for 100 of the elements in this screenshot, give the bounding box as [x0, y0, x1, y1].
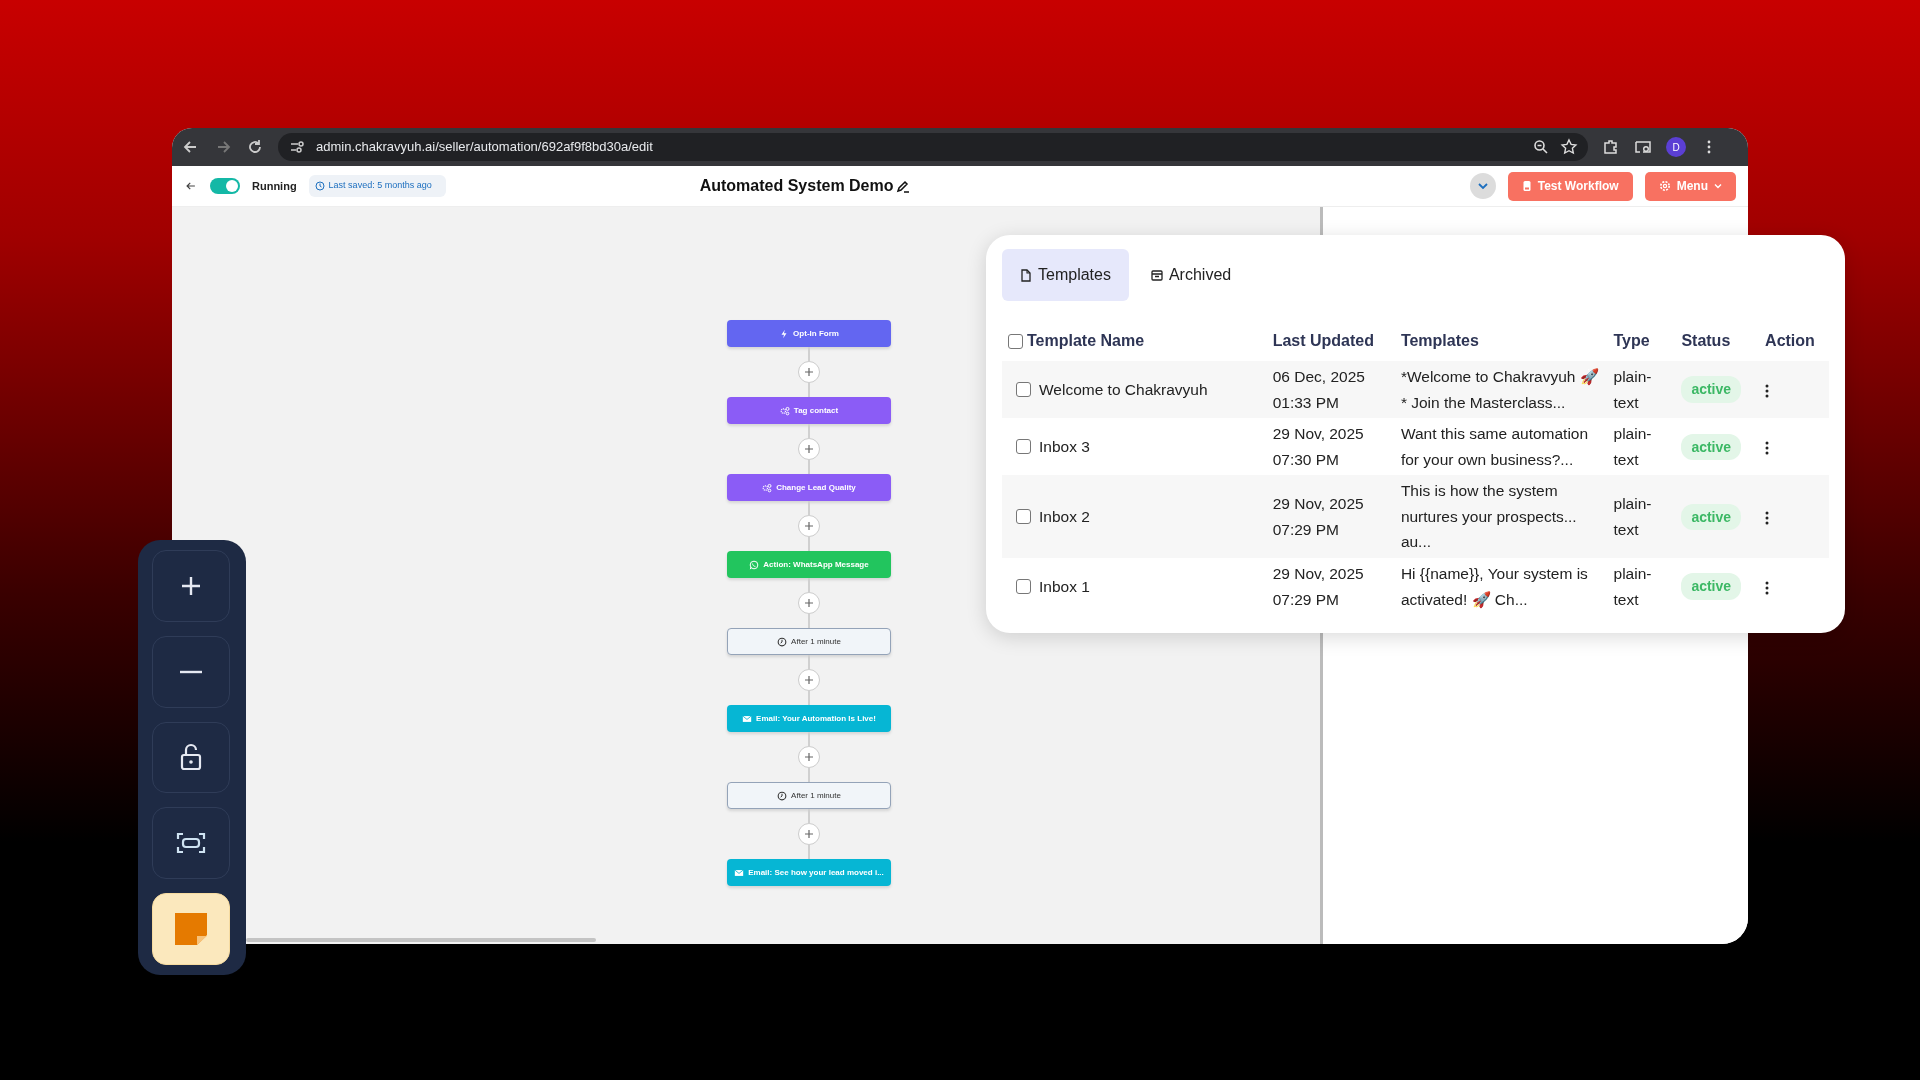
workflow-node[interactable]: Tag contact	[727, 397, 891, 424]
column-header: Status	[1681, 332, 1731, 349]
workflow-node[interactable]: Action: WhatsApp Message	[727, 551, 891, 578]
sticky-note-icon	[173, 911, 209, 948]
column-header: Action	[1765, 332, 1815, 349]
connector-line	[808, 424, 810, 438]
tab-search-icon[interactable]	[1634, 138, 1652, 156]
workflow-node[interactable]: Email: Your Automation Is Live!	[727, 705, 891, 732]
type-text: plain-text	[1613, 368, 1652, 411]
select-all-checkbox[interactable]	[1008, 333, 1023, 349]
workflow-node[interactable]: Change Lead Quality	[727, 474, 891, 501]
plus-icon	[804, 829, 814, 839]
workflow-node[interactable]: Opt-In Form	[727, 320, 891, 347]
status-badge: active	[1681, 376, 1742, 403]
type-text: plain-text	[1613, 495, 1652, 538]
type-text: plain-text	[1613, 564, 1652, 608]
envelope-icon	[734, 867, 745, 878]
gears-icon	[779, 405, 790, 416]
workflow-node[interactable]: Email: See how your lead moved i...	[727, 859, 891, 886]
extensions-icon[interactable]	[1602, 138, 1620, 156]
template-preview: Want this same automation for your own business?...	[1400, 425, 1589, 468]
workflow-title: Automated System Demo	[699, 176, 894, 196]
pencil-icon[interactable]	[895, 179, 910, 193]
template-name: Inbox 2	[1039, 506, 1090, 527]
date-text: 29 Nov, 2025 07:29 PM	[1272, 495, 1364, 538]
plus-icon	[804, 521, 814, 531]
connector-line	[808, 809, 810, 823]
status-badge: active	[1681, 573, 1742, 600]
zoom-icon[interactable]	[1532, 138, 1550, 156]
plus-icon	[804, 752, 814, 762]
chat-bubble-icon	[749, 559, 760, 570]
add-step-button[interactable]	[798, 823, 820, 845]
test-workflow-button[interactable]: Test Workflow	[1507, 171, 1633, 201]
add-step-button[interactable]	[798, 515, 820, 537]
last-saved-text: Last saved: 5 months ago	[328, 179, 432, 193]
status-label: Running	[252, 178, 297, 194]
add-step-button[interactable]	[798, 669, 820, 691]
template-preview: This is how the system nurtures your prospects... au...	[1400, 482, 1577, 551]
add-step-button[interactable]	[798, 592, 820, 614]
status-badge: active	[1681, 433, 1742, 460]
connector-line	[808, 347, 810, 361]
document-icon	[1020, 268, 1032, 282]
status-badge: active	[1681, 503, 1742, 530]
template-preview: *Welcome to Chakravyuh 🚀* Join the Masterclass...	[1400, 368, 1599, 411]
clock-icon	[777, 790, 788, 801]
workflow-node[interactable]: After 1 minute	[727, 782, 891, 809]
unlocked-padlock-icon	[180, 743, 202, 772]
fit-view-icon	[176, 832, 206, 855]
date-text: 29 Nov, 2025 07:30 PM	[1272, 425, 1364, 468]
more-icon[interactable]	[1765, 440, 1770, 455]
date-text: 29 Nov, 2025 07:29 PM	[1272, 564, 1364, 608]
star-icon[interactable]	[1560, 138, 1578, 156]
menu-button[interactable]: Menu	[1644, 171, 1736, 201]
row-checkbox[interactable]	[1016, 579, 1031, 594]
profile-avatar[interactable]: D	[1666, 137, 1686, 157]
connector-line	[808, 578, 810, 592]
column-header: Templates	[1400, 332, 1479, 349]
more-icon[interactable]	[1765, 510, 1770, 525]
site-settings-icon[interactable]	[288, 138, 306, 156]
row-checkbox[interactable]	[1016, 439, 1031, 455]
caret-icon	[1714, 182, 1722, 190]
workflow-node[interactable]: After 1 minute	[727, 628, 891, 655]
template-name: Inbox 1	[1039, 576, 1090, 597]
connector-line	[808, 691, 810, 705]
row-checkbox[interactable]	[1016, 382, 1031, 398]
connector-line	[808, 845, 810, 859]
tab[interactable]: Templates	[1002, 249, 1129, 301]
chevron-down-icon	[1476, 180, 1489, 192]
fit-view-button[interactable]	[152, 807, 230, 880]
connector-line	[808, 383, 810, 397]
add-step-button[interactable]	[798, 361, 820, 383]
more-icon[interactable]	[1765, 580, 1770, 595]
connector-line	[808, 501, 810, 515]
plus-icon	[804, 444, 814, 454]
sticky-note-button[interactable]	[152, 893, 230, 965]
plus-icon	[804, 367, 814, 377]
collapse-button[interactable]	[1469, 173, 1496, 199]
gears-icon	[762, 482, 773, 493]
tab[interactable]: Archived	[1132, 249, 1250, 301]
reload-icon[interactable]	[246, 138, 264, 156]
template-preview: Hi {{name}}, Your system is activated! 🚀 Ch...	[1400, 564, 1588, 608]
running-toggle[interactable]	[210, 178, 240, 194]
column-header: Template Name	[1027, 331, 1145, 351]
scrollbar[interactable]	[246, 938, 596, 942]
phone-icon	[1521, 180, 1532, 192]
address-bar[interactable]: admin.chakravyuh.ai/seller/automation/692af9f8bd30a/edit	[278, 133, 1588, 161]
connector-line	[808, 614, 810, 628]
more-icon[interactable]	[1765, 383, 1770, 398]
add-step-button[interactable]	[798, 438, 820, 460]
add-step-button[interactable]	[798, 746, 820, 768]
row-checkbox[interactable]	[1016, 509, 1031, 525]
template-name: Welcome to Chakravyuh	[1039, 379, 1208, 400]
type-text: plain-text	[1613, 425, 1652, 468]
gear-icon	[1658, 180, 1671, 192]
column-header: Last Updated	[1272, 332, 1374, 349]
archive-box-icon	[1150, 268, 1163, 282]
date-text: 06 Dec, 2025 01:33 PM	[1272, 368, 1365, 411]
url-text: admin.chakravyuh.ai/seller/automation/692af9f8bd30a/edit	[316, 138, 653, 157]
clock-icon	[777, 636, 788, 647]
lock-button[interactable]	[152, 721, 230, 794]
